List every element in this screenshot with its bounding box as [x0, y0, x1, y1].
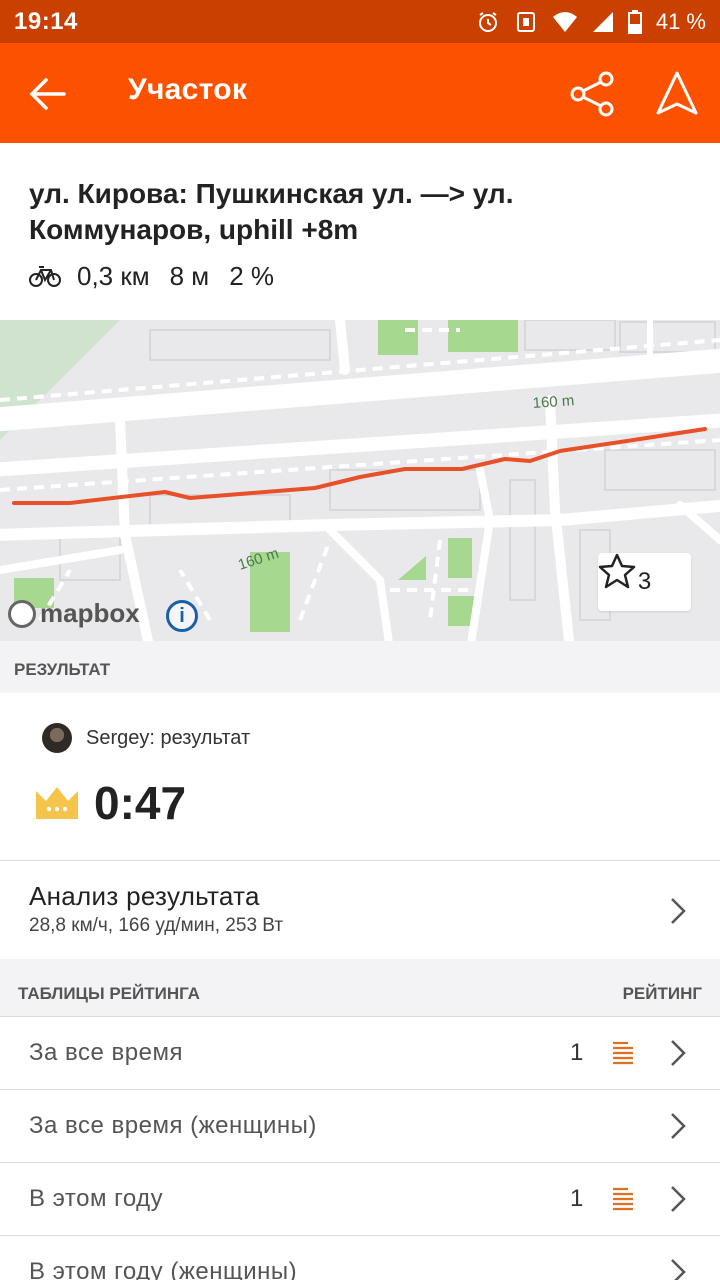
app-bar: Участок	[0, 43, 720, 143]
leaderboard-rank: 1	[570, 1039, 584, 1066]
segment-stats: 0,3 км 8 м 2 %	[29, 258, 294, 294]
park-area	[448, 538, 472, 578]
result-card: Sergey: результат 0:47	[0, 694, 720, 860]
chevron-right-icon	[671, 898, 686, 924]
leaderboards-title: ТАБЛИЦЫ РЕЙТИНГА	[18, 984, 200, 1003]
segment-name: ул. Кирова: Пушкинская ул. —> ул. Коммун…	[29, 178, 514, 245]
leaderboard-label: За все время	[29, 1039, 183, 1066]
mapbox-logo-text: mapbox	[40, 598, 140, 628]
leaderboard-row-all-time-women[interactable]: За все время (женщины)	[0, 1090, 720, 1162]
athlete-result-label: Sergey: результат	[86, 726, 251, 749]
result-time: 0:47	[94, 777, 187, 829]
alarm-icon	[478, 11, 497, 32]
mapbox-logo-icon	[8, 599, 36, 628]
chevron-right-icon	[671, 1259, 686, 1280]
share-icon[interactable]	[568, 71, 618, 117]
battery-icon	[627, 9, 642, 34]
analysis-subtitle: 28,8 км/ч, 166 уд/мин, 253 Вт	[29, 915, 284, 936]
leaderboards-header: ТАБЛИЦЫ РЕЙТИНГА РЕЙТИНГ	[0, 959, 720, 1016]
park-area	[448, 320, 518, 352]
park-area	[378, 320, 418, 355]
ranking-list-icon	[613, 1041, 633, 1065]
park-area	[448, 596, 474, 626]
wifi-icon	[552, 11, 577, 32]
chevron-right-icon	[671, 1186, 686, 1212]
result-time-row: 0:47	[34, 776, 186, 830]
avatar[interactable]	[42, 723, 72, 753]
chevron-right-icon	[671, 1040, 686, 1066]
chevron-right-icon	[671, 1113, 686, 1139]
mapbox-logo[interactable]: mapbox	[8, 598, 140, 629]
crown-icon	[36, 787, 78, 819]
status-time: 19:14	[14, 7, 78, 35]
segment-distance: 0,3 км	[77, 260, 150, 291]
result-section-header: РЕЗУЛЬТАТ	[0, 641, 720, 693]
back-arrow-icon[interactable]	[22, 71, 72, 117]
leaderboards-rank-title: РЕЙТИНГ	[622, 984, 702, 1003]
segment-elevation: 8 м	[169, 260, 210, 291]
navigate-icon[interactable]	[652, 69, 702, 119]
analysis-title: Анализ результата	[29, 881, 260, 911]
leaderboard-label: В этом году (женщины)	[29, 1258, 298, 1280]
signal-icon	[592, 11, 613, 32]
segment-map[interactable]: 160 m 160 m mapbox i 3	[0, 320, 720, 641]
status-icons: 41 %	[476, 9, 706, 35]
leaderboard-label: В этом году	[29, 1185, 164, 1212]
result-section-title: РЕЗУЛЬТАТ	[14, 660, 111, 679]
leaderboard-label: За все время (женщины)	[29, 1112, 317, 1139]
star-icon	[598, 553, 636, 589]
leaderboard-row-all-time[interactable]: За все время 1	[0, 1017, 720, 1089]
leaderboard-row-this-year[interactable]: В этом году 1	[0, 1163, 720, 1235]
map-label: 160 m	[532, 392, 575, 412]
segment-grade: 2 %	[229, 260, 274, 291]
star-count: 3	[637, 568, 652, 595]
info-icon[interactable]: i	[166, 600, 198, 632]
status-bar: 19:14 41 %	[0, 0, 720, 43]
battery-percent: 41 %	[655, 8, 706, 34]
bike-icon	[29, 266, 61, 287]
analysis-row[interactable]: Анализ результата 28,8 км/ч, 166 уд/мин,…	[0, 861, 720, 958]
athlete-row[interactable]: Sergey: результат	[42, 723, 250, 753]
page-title: Участок	[128, 73, 248, 106]
star-button[interactable]: 3	[598, 553, 691, 611]
leaderboard-row-this-year-women[interactable]: В этом году (женщины)	[0, 1236, 720, 1280]
leaderboard-rank: 1	[570, 1185, 584, 1212]
ranking-list-icon	[613, 1187, 633, 1211]
vibrate-icon	[516, 11, 535, 32]
